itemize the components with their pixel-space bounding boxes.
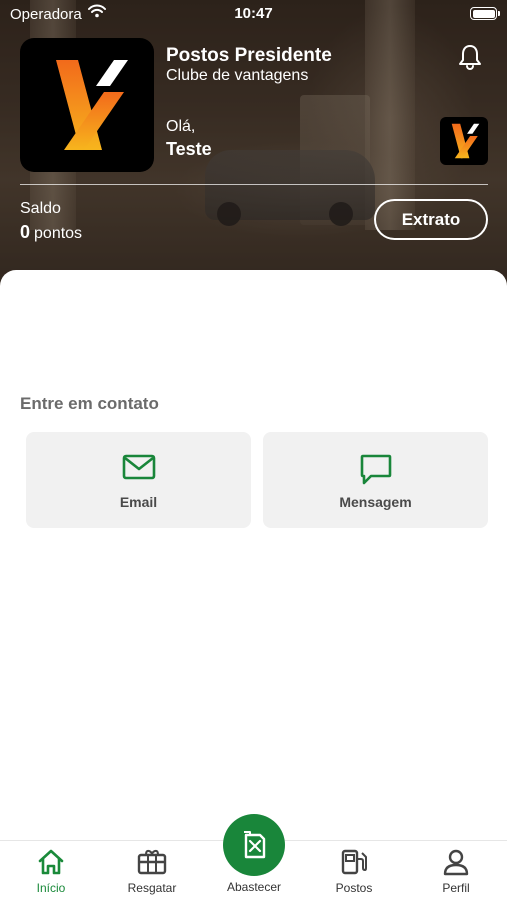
battery-icon: [470, 7, 500, 20]
balance-unit: pontos: [34, 225, 83, 242]
balance-label: Saldo: [20, 200, 61, 217]
tab-abastecer-label: Abastecer: [226, 880, 282, 894]
statement-button[interactable]: Extrato: [374, 199, 488, 240]
tab-abastecer-button[interactable]: [223, 814, 285, 876]
store-subtitle: Clube de vantagens: [166, 67, 309, 84]
brand-logo: [20, 38, 154, 172]
tab-postos[interactable]: Postos: [304, 841, 404, 900]
header-divider: [20, 184, 488, 185]
tab-postos-label: Postos: [335, 881, 373, 895]
store-name: Postos Presidente: [166, 45, 332, 66]
fuel-can-icon: [244, 831, 266, 859]
greeting: Olá,: [166, 118, 196, 135]
contact-section-title: Entre em contato: [20, 394, 159, 413]
balance-value: 0 pontos: [20, 222, 82, 243]
email-contact-label: Email: [119, 494, 158, 510]
fuel-pump-icon: [341, 849, 367, 875]
user-icon: [443, 849, 469, 876]
message-contact-label: Mensagem: [339, 494, 412, 510]
message-contact-button[interactable]: Mensagem: [263, 432, 488, 528]
tab-inicio[interactable]: Início: [1, 841, 101, 900]
clock: 10:47: [234, 5, 273, 22]
tab-inicio-label: Início: [36, 881, 66, 895]
mail-icon: [122, 454, 155, 480]
x-logo-icon: [56, 60, 128, 150]
tab-resgatar[interactable]: Resgatar: [102, 841, 202, 900]
tab-perfil[interactable]: Perfil: [406, 841, 506, 900]
x-logo-icon: [451, 123, 480, 159]
email-contact-button[interactable]: Email: [26, 432, 251, 528]
balance-points: 0: [20, 222, 31, 242]
tab-perfil-label: Perfil: [442, 881, 470, 895]
user-name: Teste: [166, 139, 212, 159]
content-sheet: [0, 270, 507, 900]
notification-bell-icon[interactable]: [455, 42, 485, 72]
chat-bubble-icon: [360, 454, 391, 485]
status-bar: Operadora 10:47: [0, 0, 507, 28]
partner-logo: [440, 117, 488, 165]
home-icon: [38, 849, 64, 875]
tab-resgatar-label: Resgatar: [127, 881, 177, 895]
gift-icon: [137, 849, 167, 875]
